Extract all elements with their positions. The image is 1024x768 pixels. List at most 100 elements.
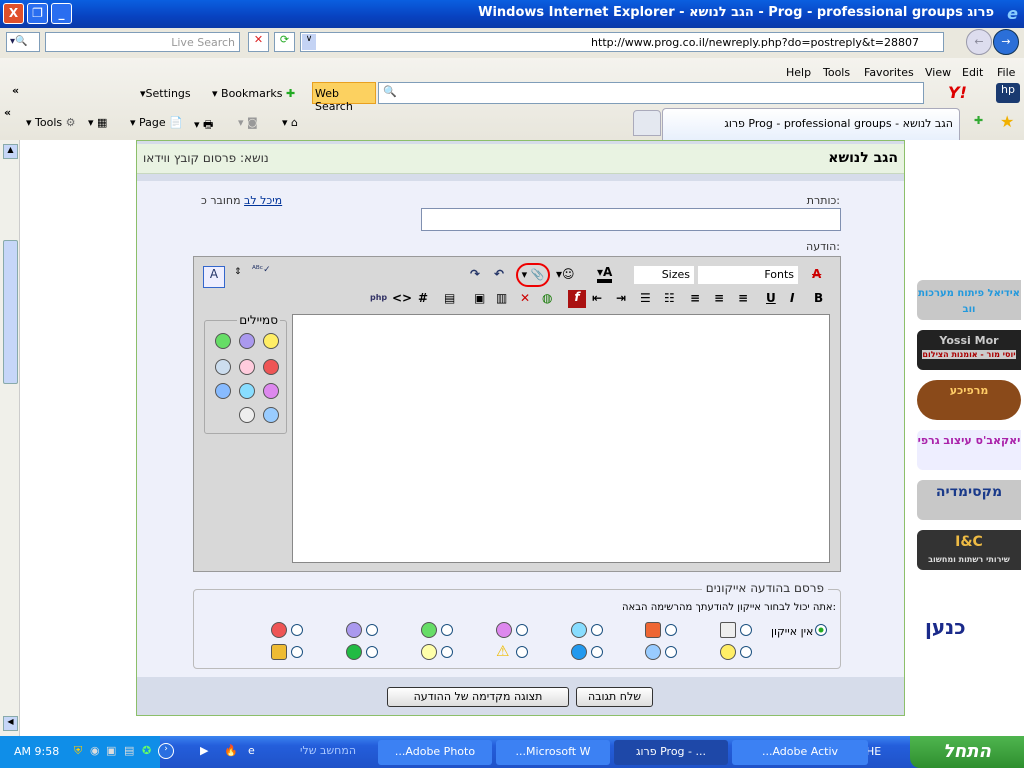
new-tab-button[interactable] [633, 110, 661, 136]
undo-icon[interactable]: ↶ [494, 267, 504, 281]
tray-expand-icon[interactable]: › [158, 743, 174, 759]
ad-ic[interactable]: I&C שירותי רשתות ומחשוב [917, 530, 1021, 570]
print-button[interactable]: ▾ 🖶 [194, 116, 213, 135]
radio-icon-exclamation[interactable] [516, 646, 528, 658]
outdent-icon[interactable]: ⇤ [592, 291, 602, 305]
yahoo-toolbar-collapse[interactable]: « [12, 84, 19, 97]
network-icon[interactable]: ▣ [106, 744, 116, 757]
message-textarea[interactable] [292, 314, 830, 563]
hash-icon[interactable]: # [418, 291, 428, 305]
spellcheck-icon[interactable]: ᴬᴮᶜ✓ [252, 265, 271, 275]
scroll-thumb[interactable] [3, 240, 18, 384]
menu-file[interactable]: File [997, 66, 1015, 79]
radio-icon-thumbs-down[interactable] [665, 624, 677, 636]
title-input[interactable] [421, 208, 841, 231]
switch-mode-icon[interactable]: A [203, 266, 225, 288]
radio-icon-wink[interactable] [591, 624, 603, 636]
vertical-scrollbar[interactable]: ▲ ◀ [0, 140, 20, 736]
radio-icon-arrow[interactable] [366, 646, 378, 658]
favorites-star-icon[interactable]: ★ [1000, 112, 1014, 131]
radio-icon-smile[interactable] [740, 646, 752, 658]
radio-icon-happy[interactable] [516, 624, 528, 636]
task-adobe-photo[interactable]: ...Adobe Photo [378, 740, 492, 765]
home-button[interactable]: ▾ ⌂ [282, 116, 298, 129]
hp-icon[interactable]: hp [996, 83, 1020, 103]
ie-quicklaunch-icon[interactable]: e [248, 744, 255, 757]
numbered-list-icon[interactable]: ☷ [664, 291, 675, 305]
scroll-left-button[interactable]: ◀ [3, 716, 18, 731]
smilie-tongue[interactable] [239, 359, 255, 375]
italic-icon[interactable]: I [790, 291, 794, 305]
smilie-eek[interactable] [239, 407, 255, 423]
settings-button[interactable]: ▾Settings [140, 87, 191, 100]
underline-icon[interactable]: U [766, 291, 776, 305]
tools-button[interactable]: ▾ Tools ⚙ [26, 116, 76, 129]
insert-file-icon[interactable]: ▥ [496, 291, 507, 305]
attach-button[interactable]: ▾ 📎 [516, 263, 550, 287]
menu-help[interactable]: Help [786, 66, 811, 79]
smilie-big-smile[interactable] [239, 383, 255, 399]
language-indicator[interactable]: HE [866, 745, 881, 758]
sizes-select[interactable]: Sizes [634, 266, 694, 284]
fonts-select[interactable]: Fonts [698, 266, 798, 284]
smilie-button[interactable]: ▾☺ [556, 267, 575, 281]
php-icon[interactable]: php [370, 293, 387, 302]
live-search-input[interactable]: Live Search [45, 32, 240, 52]
align-right-icon[interactable]: ≡ [738, 291, 748, 305]
preview-button[interactable]: תצוגה מקדימה של ההודעה [387, 687, 569, 707]
page-button[interactable]: ▾ Page 📄 [130, 116, 183, 129]
bold-icon[interactable]: B [814, 291, 823, 305]
feeds-button[interactable]: ▾ ◙ [238, 116, 258, 129]
radio-icon-mad[interactable] [291, 624, 303, 636]
indent-icon[interactable]: ⇥ [616, 291, 626, 305]
scroll-up-button[interactable]: ▲ [3, 144, 18, 159]
tray-app-icon[interactable]: ✪ [142, 744, 151, 757]
task-prog-ie[interactable]: פרוג Prog - ... [614, 740, 728, 765]
smilie-wink[interactable] [215, 383, 231, 399]
smilie-grin[interactable] [215, 333, 231, 349]
bullet-list-icon[interactable]: ☰ [640, 291, 651, 305]
my-computer-toolbar[interactable]: המחשב שלי [300, 744, 356, 757]
volume-icon[interactable]: ◉ [90, 744, 100, 757]
smilie-smile[interactable] [263, 333, 279, 349]
insert-image-icon[interactable]: ▣ [474, 291, 485, 305]
unlink-icon[interactable]: ✕ [520, 291, 530, 305]
display-icon[interactable]: ▤ [124, 744, 134, 757]
align-center-icon[interactable]: ≡ [714, 291, 724, 305]
ad-marpich[interactable]: מרפיכע [917, 380, 1021, 420]
tab-active[interactable]: פרוג Prog - professional groups - הגב לנ… [662, 108, 960, 140]
radio-icon-thumbs-up[interactable] [291, 646, 303, 658]
canaan-logo[interactable]: כנען [925, 615, 966, 639]
address-dropdown[interactable]: ∨ [302, 34, 316, 50]
research-button[interactable]: ▾ ▦ [88, 116, 107, 129]
ad-maximedia[interactable]: מקסימדיה [917, 480, 1021, 520]
restore-button[interactable]: ❐ [27, 3, 48, 24]
task-microsoft-word[interactable]: ...Microsoft W [496, 740, 610, 765]
back-button[interactable]: ← [966, 29, 992, 55]
command-bar-collapse[interactable]: « [4, 106, 11, 119]
web-search-button[interactable]: Web Search [312, 82, 376, 113]
radio-icon-idea[interactable] [441, 646, 453, 658]
radio-icon-question[interactable] [591, 646, 603, 658]
refresh-button[interactable]: ⟳ [274, 32, 295, 52]
forward-button[interactable]: → [993, 29, 1019, 55]
smilie-mad[interactable] [263, 359, 279, 375]
start-button[interactable]: התחל [910, 736, 1024, 768]
media-player-icon[interactable]: ▶ [200, 744, 208, 757]
smilie-confused[interactable] [215, 359, 231, 375]
resize-icon[interactable]: ⇕ [234, 267, 242, 277]
menu-favorites[interactable]: Favorites [864, 66, 914, 79]
redo-icon[interactable]: ↷ [470, 267, 480, 281]
yahoo-search-input[interactable]: 🔍 [378, 82, 924, 104]
search-provider-button[interactable]: ▾🔍 [6, 32, 40, 52]
align-left-icon[interactable]: ≡ [690, 291, 700, 305]
code-icon[interactable]: <> [392, 291, 412, 305]
yahoo-logo-icon[interactable]: Y! [948, 83, 967, 102]
menu-edit[interactable]: Edit [962, 66, 983, 79]
menu-tools[interactable]: Tools [823, 66, 850, 79]
flash-icon[interactable]: f [568, 290, 586, 308]
submit-reply-button[interactable]: שלח תגובה [576, 687, 653, 707]
font-color-button[interactable]: ▾A [597, 265, 613, 283]
bookmarks-button[interactable]: ▾ Bookmarks ✚ [212, 87, 295, 100]
close-button[interactable]: X [3, 3, 24, 24]
